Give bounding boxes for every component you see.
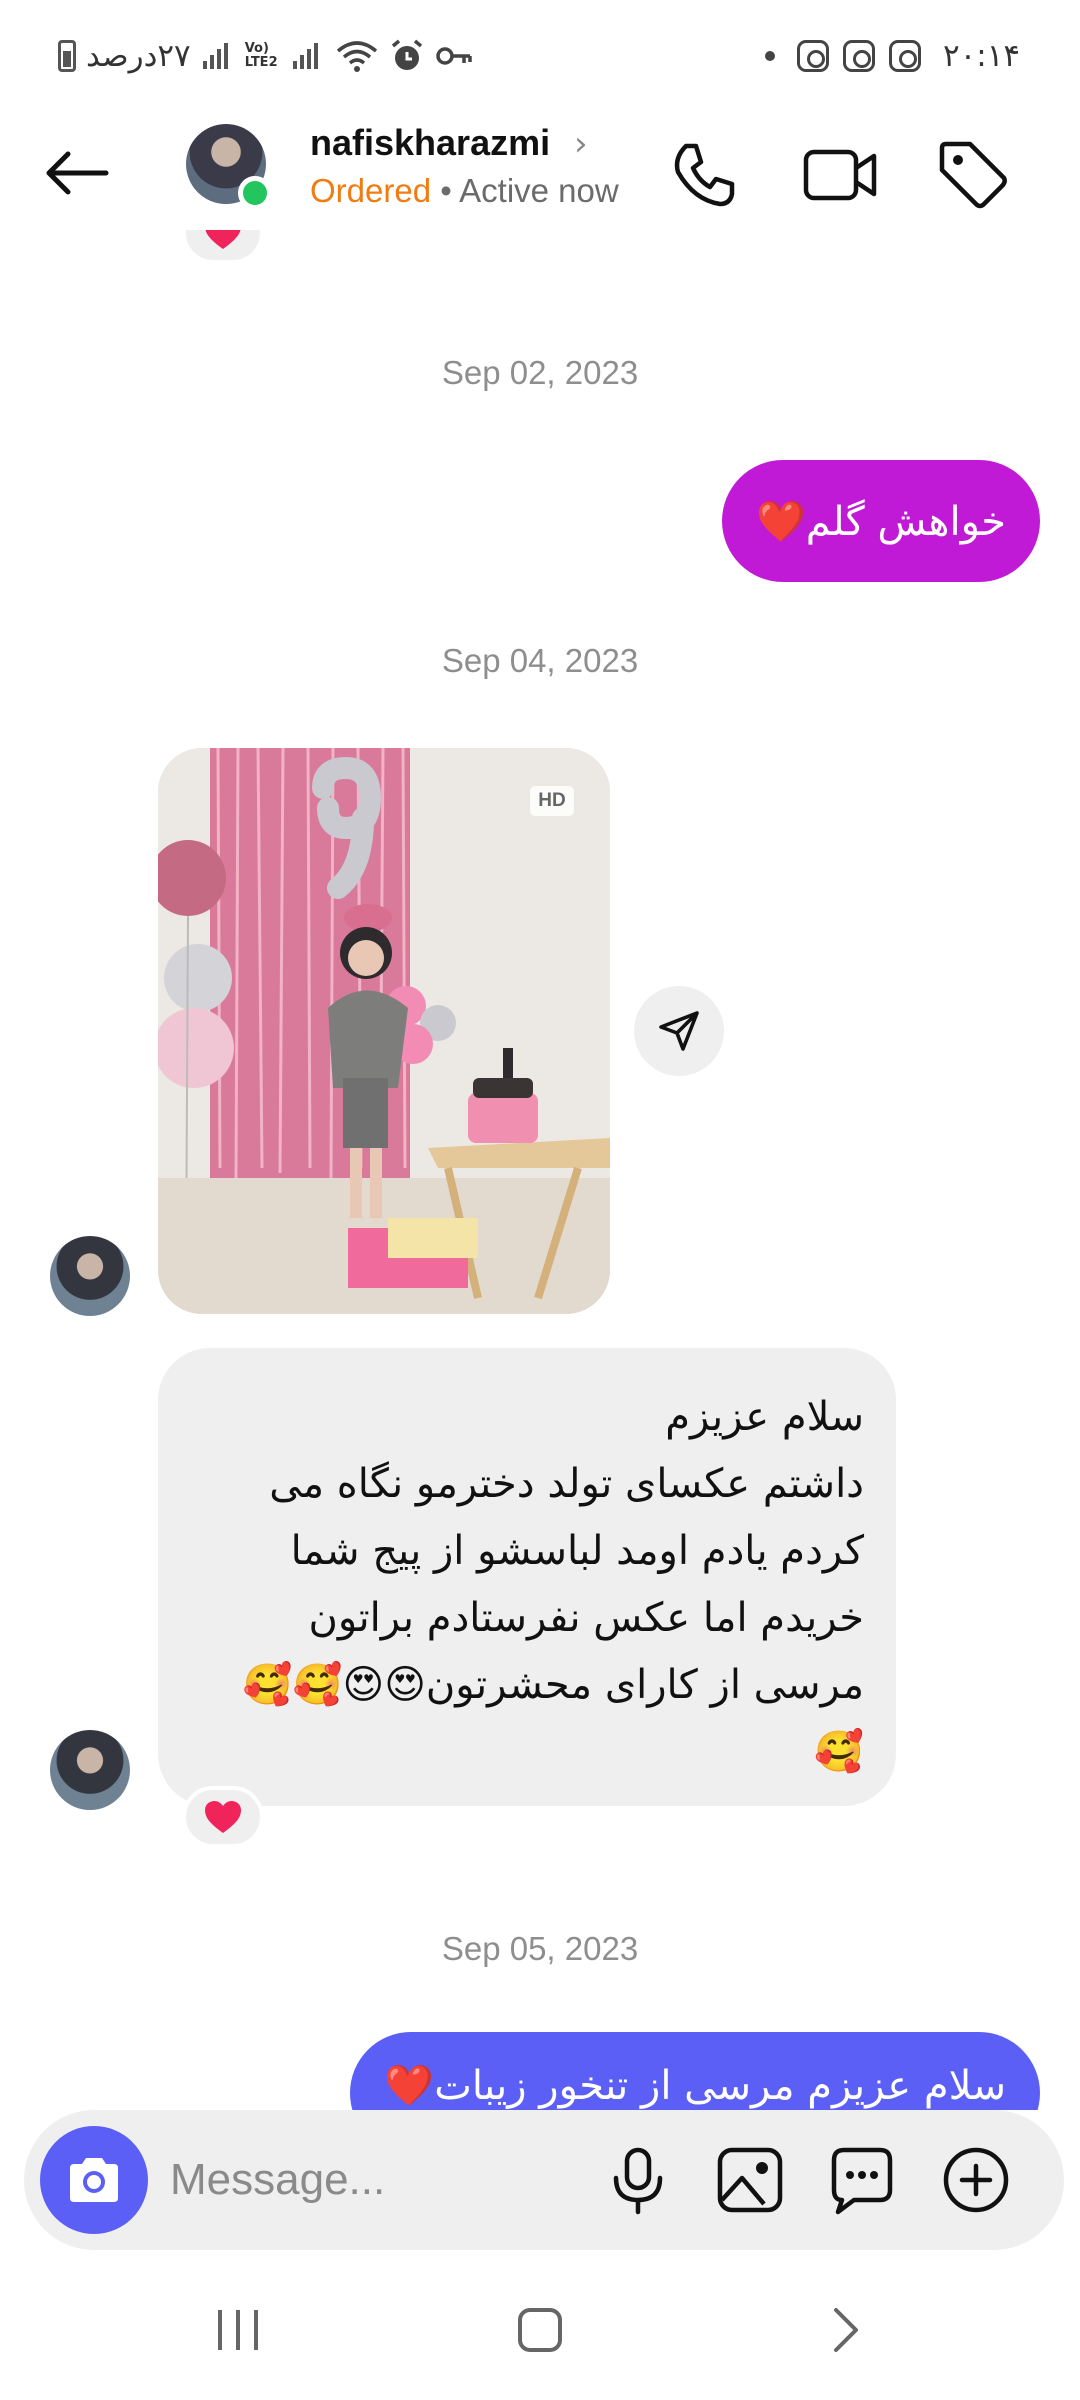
camera-icon	[70, 2158, 118, 2202]
chevron-right-icon[interactable]: ›	[574, 124, 588, 164]
instagram-notification-icon	[796, 40, 829, 72]
message-line: سلام عزیزم	[665, 1394, 864, 1440]
message-line: کردم یادم اومد لباسشو از پیج شما	[290, 1528, 864, 1574]
battery-icon	[58, 40, 76, 72]
back-nav-icon[interactable]	[804, 2290, 884, 2370]
order-status[interactable]: Ordered	[310, 172, 431, 209]
system-nav-bar	[0, 2260, 1080, 2400]
birthday-photo	[158, 748, 610, 1314]
status-left: ۲۷درصد Vo) LTE2	[58, 38, 473, 74]
message-line: داشتم عکسای تولد دخترمو نگاه می	[269, 1461, 864, 1507]
outgoing-message[interactable]: خواهش گلم❤️	[721, 460, 1040, 582]
message-line: مرسی از کارای محشرتون😍😍🥰🥰	[242, 1662, 864, 1708]
phone-icon[interactable]	[664, 134, 744, 214]
recent-apps-icon[interactable]	[198, 2290, 278, 2370]
vpn-key-icon	[435, 47, 472, 65]
heart-icon	[205, 230, 241, 249]
alarm-icon	[391, 39, 422, 70]
sender-avatar[interactable]	[50, 1236, 130, 1316]
share-button[interactable]	[634, 986, 724, 1076]
tag-icon[interactable]	[932, 134, 1012, 214]
microphone-icon[interactable]	[600, 2142, 676, 2218]
reaction-badge[interactable]	[182, 1786, 264, 1848]
add-icon[interactable]	[938, 2142, 1014, 2218]
send-icon	[659, 1011, 699, 1051]
home-icon[interactable]	[500, 2290, 580, 2370]
reaction-badge[interactable]	[182, 230, 264, 264]
message-list[interactable]: Sep 02, 2023 خواهش گلم❤️ Sep 04, 2023 HD…	[0, 230, 1080, 2110]
user-status: Ordered • Active now	[310, 172, 619, 210]
back-arrow-icon[interactable]	[40, 136, 114, 210]
photo-message[interactable]: HD	[158, 748, 610, 1314]
outgoing-message[interactable]: سلام عزیزم مرسی از تنخور زیبات❤️	[350, 2032, 1040, 2110]
video-icon[interactable]	[800, 134, 880, 214]
wifi-icon	[336, 41, 377, 72]
message-line: خریدم اما عکس نفرستادم براتون	[308, 1595, 864, 1641]
volte-label: Vo) LTE2	[244, 41, 278, 70]
camera-button[interactable]	[40, 2126, 148, 2234]
hd-badge: HD	[530, 786, 574, 816]
incoming-message[interactable]: سلام عزیزم داشتم عکسای تولد دخترمو نگاه …	[158, 1348, 896, 1806]
online-indicator	[238, 176, 272, 210]
message-text: خواهش گلم❤️	[755, 498, 1006, 545]
gallery-icon[interactable]	[712, 2142, 788, 2218]
message-composer	[24, 2110, 1064, 2250]
sender-avatar[interactable]	[50, 1730, 130, 1810]
battery-percent: ۲۷درصد	[86, 38, 191, 74]
active-status: • Active now	[440, 172, 619, 209]
sticker-icon[interactable]	[824, 2142, 900, 2218]
message-text: سلام عزیزم مرسی از تنخور زیبات❤️	[384, 2063, 1006, 2109]
status-bar: ۲۷درصد Vo) LTE2 ۲۰:۱۴	[0, 0, 1080, 110]
instagram-notification-icon	[888, 40, 921, 72]
message-input[interactable]	[170, 2144, 590, 2216]
username[interactable]: nafiskharazmi	[310, 122, 550, 164]
instagram-notification-icon	[842, 40, 875, 72]
date-separator: Sep 05, 2023	[441, 1930, 639, 1967]
clock: ۲۰:۱۴	[942, 38, 1020, 74]
chat-header: nafiskharazmi › Ordered • Active now	[0, 110, 1080, 230]
signal-icon	[202, 43, 228, 69]
message-line: 🥰	[814, 1729, 864, 1775]
date-separator: Sep 04, 2023	[441, 642, 639, 679]
date-separator: Sep 02, 2023	[441, 354, 639, 391]
heart-icon	[205, 1801, 241, 1833]
status-right: ۲۰:۱۴	[764, 38, 1020, 74]
signal-icon-2	[292, 43, 318, 69]
notification-dot-icon	[764, 51, 775, 61]
